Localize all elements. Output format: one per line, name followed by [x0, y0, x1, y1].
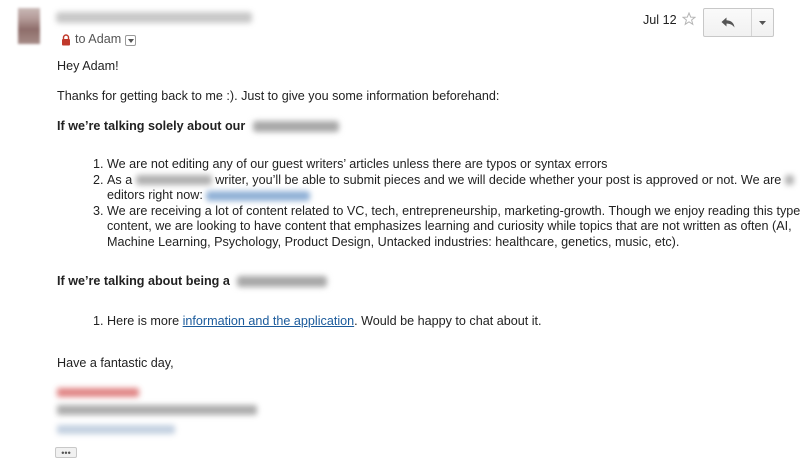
more-options-button[interactable] [752, 9, 773, 36]
message-date: Jul 12 [643, 13, 677, 27]
show-trimmed-content-button[interactable]: ••• [55, 447, 77, 458]
closing-line: Have a fantastic day, [57, 356, 174, 370]
redacted-publication-name [252, 121, 339, 133]
redacted-number [784, 175, 794, 186]
redacted-program-name [237, 276, 328, 288]
redacted-editor-links[interactable] [206, 190, 311, 201]
lock-icon [62, 34, 70, 46]
reply-button[interactable] [704, 9, 752, 36]
list-item: We are receiving a lot of content relate… [107, 204, 800, 251]
to-label: to Adam [75, 32, 122, 46]
signature-name-redacted [57, 388, 139, 397]
section1-heading-text: If we’re talking solely about our [57, 119, 246, 133]
show-details-button[interactable] [125, 35, 137, 47]
section1-heading: If we’re talking solely about our [57, 119, 777, 135]
reply-icon [721, 17, 734, 28]
more-options-icon [759, 20, 766, 25]
chevron-down-icon [127, 38, 134, 43]
list-item: Here is more information and the applica… [107, 314, 800, 330]
signature-contact-redacted [57, 425, 175, 434]
redacted-publication-name [135, 175, 212, 186]
application-list: Here is more information and the applica… [57, 314, 800, 330]
application-link[interactable]: information and the application [183, 314, 355, 328]
greeting: Hey Adam! [57, 59, 119, 73]
sender-address-redacted [56, 12, 252, 23]
section2-heading-text: If we’re talking about being a [57, 274, 230, 288]
list-item: We are not editing any of our guest writ… [107, 157, 800, 173]
signature-title-redacted [57, 405, 257, 415]
intro-paragraph: Thanks for getting back to me :). Just t… [57, 89, 500, 103]
section2-heading: If we’re talking about being a [57, 274, 777, 290]
sender-avatar[interactable] [18, 8, 40, 44]
star-icon[interactable] [682, 12, 696, 26]
reply-button-group [703, 8, 774, 37]
guidelines-list: We are not editing any of our guest writ… [57, 157, 800, 251]
ellipsis-icon: ••• [61, 447, 71, 458]
list-item: As a writer, you’ll be able to submit pi… [107, 173, 800, 204]
recipient-line: to Adam [61, 32, 137, 48]
